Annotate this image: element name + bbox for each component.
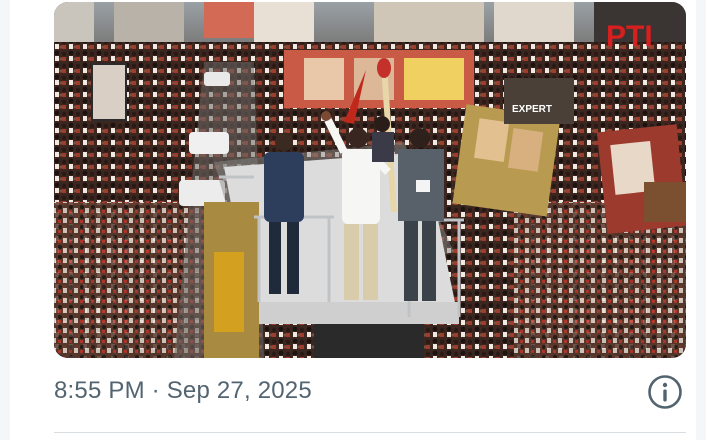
divider xyxy=(54,432,686,433)
banner-text: EXPERT xyxy=(512,104,552,115)
info-button[interactable] xyxy=(647,374,683,410)
post-timestamp[interactable]: 8:55 PM · Sep 27, 2025 xyxy=(54,376,312,406)
pti-watermark: PTI xyxy=(606,20,653,53)
post-card: EXPERT PTI 8:55 PM · Sep 27, 2025 xyxy=(10,0,696,440)
post-detail-view: EXPERT PTI 8:55 PM · Sep 27, 2025 xyxy=(0,0,706,440)
info-circle-icon xyxy=(648,375,682,409)
rally-photo-illustration: EXPERT PTI xyxy=(54,2,686,358)
post-photo[interactable]: EXPERT PTI xyxy=(54,2,686,358)
